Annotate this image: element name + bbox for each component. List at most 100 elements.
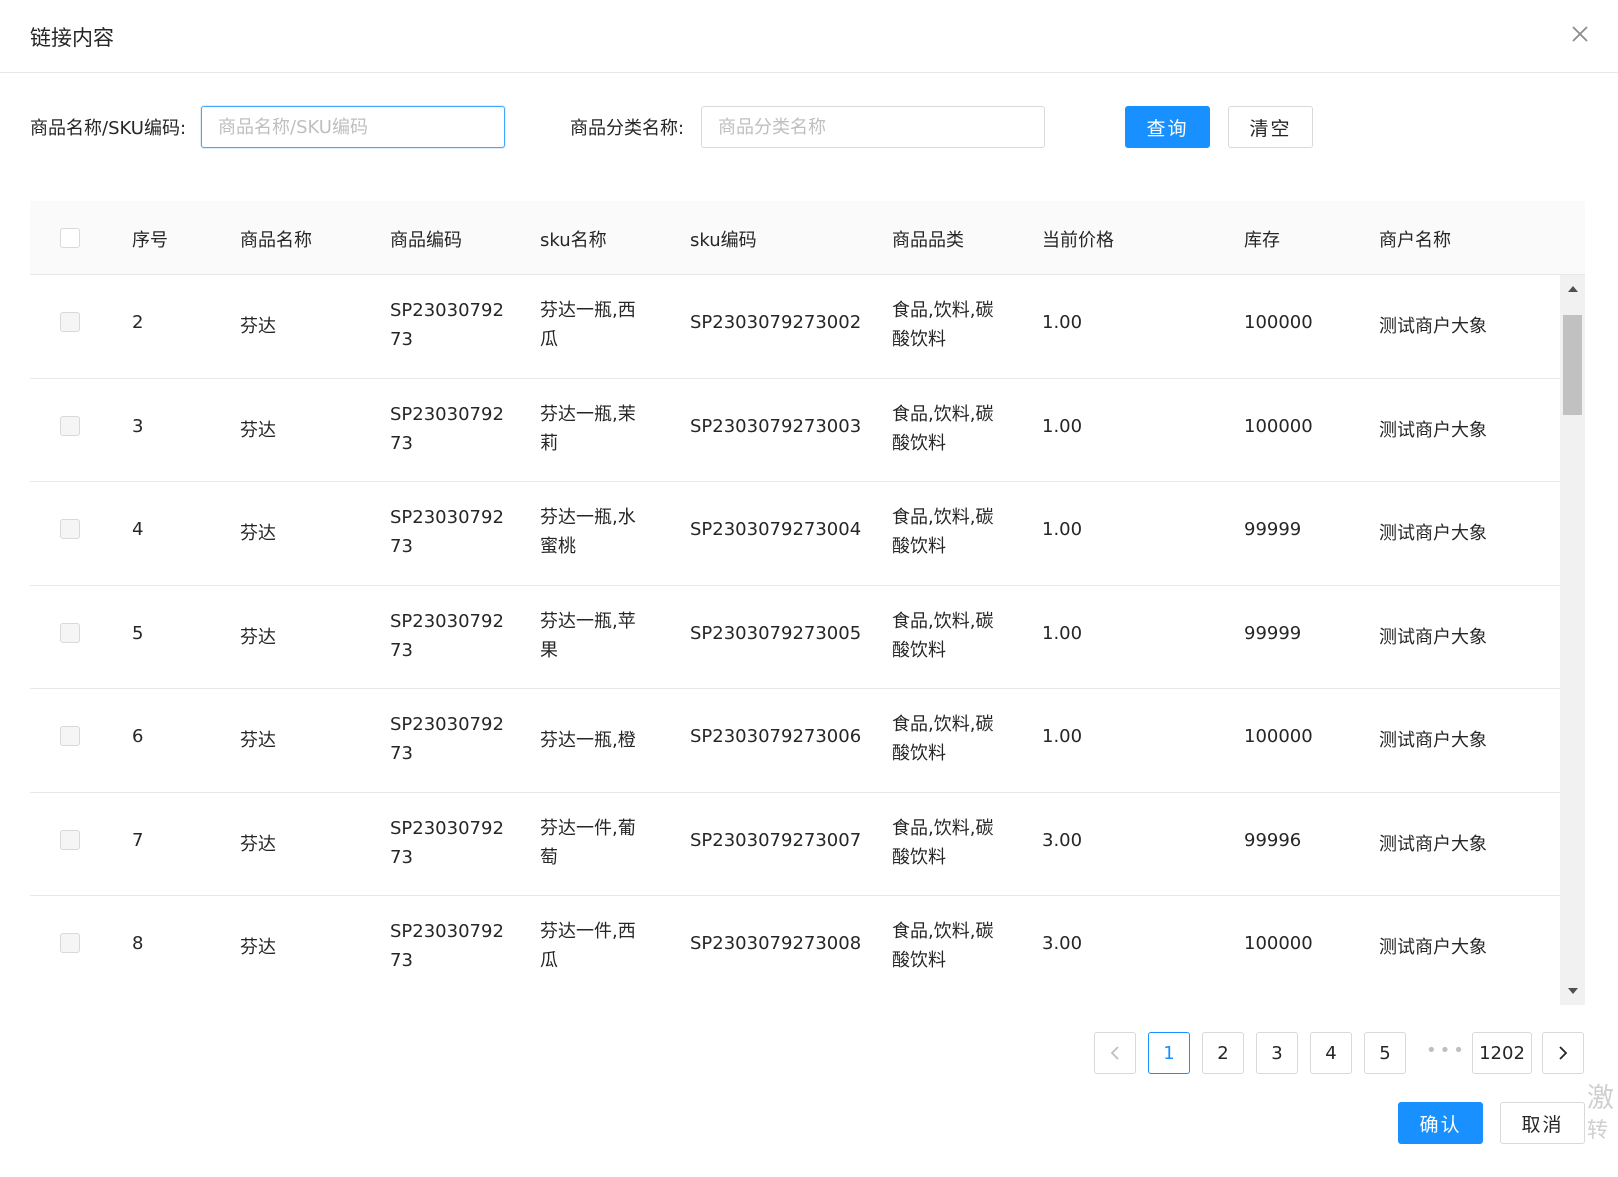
- cancel-button[interactable]: 取消: [1500, 1102, 1585, 1144]
- cell-sku-code: SP2303079273004: [690, 519, 862, 540]
- cell-product-name: 芬达: [240, 523, 276, 544]
- cell-category: 食品,饮料,碳 酸饮料: [892, 921, 994, 971]
- column-header-category: 商品品类: [892, 230, 964, 251]
- cell-stock: 99999: [1244, 519, 1302, 540]
- scroll-up-arrow-icon[interactable]: [1560, 279, 1585, 299]
- dialog-title: 链接内容: [30, 26, 114, 50]
- cell-product-code: SP23030792 73: [390, 610, 504, 661]
- table-row[interactable]: 8 芬达 SP23030792 73 芬达一件,西瓜 SP230307927300…: [30, 896, 1560, 997]
- cell-stock: 99996: [1244, 829, 1302, 851]
- cell-product-code: SP23030792 73: [390, 507, 504, 557]
- column-header-price: 当前价格: [1042, 230, 1114, 251]
- cell-sku-name: 芬达一瓶,苹果: [540, 610, 636, 661]
- last-page-button[interactable]: 1202: [1472, 1032, 1532, 1074]
- cell-sku-name: 芬达一瓶,橙: [540, 730, 636, 751]
- row-checkbox[interactable]: [60, 415, 80, 436]
- page-1-button[interactable]: 1: [1148, 1032, 1190, 1074]
- cell-merchant: 测试商户大象: [1379, 730, 1487, 751]
- cell-merchant: 测试商户大象: [1379, 523, 1487, 544]
- table-row[interactable]: 7 芬达 SP23030792 73 芬达一件,葡萄 SP230307927300…: [30, 792, 1560, 896]
- row-checkbox[interactable]: [60, 622, 80, 643]
- cell-sku-name: 芬达一瓶,西瓜: [540, 300, 636, 350]
- cell-index: 7: [132, 829, 144, 851]
- cell-sku-code: SP2303079273005: [690, 622, 862, 644]
- cell-index: 8: [132, 933, 144, 954]
- close-icon[interactable]: [1568, 22, 1592, 46]
- cell-price: 3.00: [1042, 829, 1083, 851]
- cell-category: 食品,饮料,碳 酸饮料: [892, 507, 994, 557]
- prev-page-button[interactable]: [1094, 1032, 1136, 1074]
- product-category-label: 商品分类名称:: [570, 118, 685, 139]
- row-checkbox[interactable]: [60, 312, 80, 332]
- link-content-dialog: 链接内容 商品名称/SKU编码: 商品分类名称: 查询 清空 序号 商品名称 商…: [0, 0, 1618, 1177]
- scrollbar-thumb[interactable]: [1563, 315, 1582, 415]
- select-all-checkbox[interactable]: [60, 228, 80, 248]
- cell-stock: 100000: [1244, 312, 1313, 333]
- table-row[interactable]: 4 芬达 SP23030792 73 芬达一瓶,水 蜜桃 SP23030792730…: [30, 482, 1560, 586]
- cell-index: 2: [132, 312, 144, 333]
- product-category-input[interactable]: [701, 106, 1045, 148]
- cell-sku-code: SP2303079273006: [690, 726, 862, 747]
- column-header-product-name: 商品名称: [240, 230, 312, 251]
- cell-merchant: 测试商户大象: [1379, 937, 1487, 958]
- chevron-right-icon: [1559, 1046, 1568, 1060]
- cell-product-code: SP23030792 73: [390, 403, 504, 454]
- cell-stock: 100000: [1244, 415, 1313, 437]
- row-checkbox[interactable]: [60, 519, 80, 539]
- cell-price: 1.00: [1042, 312, 1083, 333]
- cell-sku-code: SP2303079273002: [690, 312, 862, 333]
- page-3-button[interactable]: 3: [1256, 1032, 1298, 1074]
- table-row[interactable]: 2 芬达 SP23030792 73 芬达一瓶,西瓜 SP230307927300…: [30, 275, 1560, 379]
- cell-merchant: 测试商户大象: [1379, 316, 1487, 337]
- cell-product-name: 芬达: [240, 937, 276, 958]
- cell-product-name: 芬达: [240, 730, 276, 751]
- row-checkbox[interactable]: [60, 726, 80, 746]
- page-4-button[interactable]: 4: [1310, 1032, 1352, 1074]
- cell-category: 食品,饮料,碳 酸饮料: [892, 403, 994, 454]
- next-page-button[interactable]: [1542, 1032, 1584, 1074]
- page-5-button[interactable]: 5: [1364, 1032, 1406, 1074]
- page-2-button[interactable]: 2: [1202, 1032, 1244, 1074]
- row-checkbox[interactable]: [60, 829, 80, 850]
- cell-merchant: 测试商户大象: [1379, 833, 1487, 855]
- table-body: 2 芬达 SP23030792 73 芬达一瓶,西瓜 SP230307927300…: [30, 275, 1560, 997]
- cell-sku-code: SP2303079273007: [690, 829, 862, 851]
- cell-product-code: SP23030792 73: [390, 714, 504, 764]
- cell-product-code: SP23030792 73: [390, 300, 504, 350]
- cell-sku-name: 芬达一瓶,水 蜜桃: [540, 507, 636, 557]
- cell-category: 食品,饮料,碳 酸饮料: [892, 714, 994, 764]
- cell-stock: 100000: [1244, 726, 1313, 747]
- scroll-down-arrow-icon[interactable]: [1560, 981, 1585, 1001]
- cell-price: 1.00: [1042, 519, 1083, 540]
- cell-sku-code: SP2303079273008: [690, 933, 862, 954]
- cell-index: 5: [132, 622, 144, 644]
- cell-stock: 100000: [1244, 933, 1313, 954]
- search-button[interactable]: 查询: [1125, 106, 1210, 148]
- product-name-sku-input[interactable]: [201, 106, 505, 148]
- pagination-ellipsis[interactable]: •••: [1426, 1040, 1467, 1061]
- column-header-sku-name: sku名称: [540, 230, 607, 251]
- table-row[interactable]: 5 芬达 SP23030792 73 芬达一瓶,苹果 SP230307927300…: [30, 585, 1560, 689]
- cell-sku-name: 芬达一件,西瓜: [540, 921, 636, 971]
- cell-price: 1.00: [1042, 622, 1083, 644]
- cell-index: 6: [132, 726, 144, 747]
- cell-product-name: 芬达: [240, 316, 276, 337]
- clear-button[interactable]: 清空: [1228, 106, 1313, 148]
- cell-product-code: SP23030792 73: [390, 817, 504, 868]
- cell-product-name: 芬达: [240, 419, 276, 441]
- cell-sku-name: 芬达一瓶,茉莉: [540, 403, 636, 454]
- cell-category: 食品,饮料,碳 酸饮料: [892, 300, 994, 350]
- cell-merchant: 测试商户大象: [1379, 419, 1487, 441]
- column-header-stock: 库存: [1244, 230, 1280, 251]
- cell-product-code: SP23030792 73: [390, 921, 504, 971]
- cell-product-name: 芬达: [240, 833, 276, 855]
- table-row[interactable]: 6 芬达 SP23030792 73 芬达一瓶,橙 SP2303079273006…: [30, 689, 1560, 793]
- cell-price: 1.00: [1042, 726, 1083, 747]
- table-scrollbar[interactable]: [1560, 275, 1585, 1005]
- column-header-sku-code: sku编码: [690, 230, 757, 251]
- table-row[interactable]: 3 芬达 SP23030792 73 芬达一瓶,茉莉 SP230307927300…: [30, 378, 1560, 482]
- cell-sku-name: 芬达一件,葡萄: [540, 817, 636, 868]
- row-checkbox[interactable]: [60, 933, 80, 953]
- cell-category: 食品,饮料,碳 酸饮料: [892, 817, 994, 868]
- confirm-button[interactable]: 确认: [1398, 1102, 1483, 1144]
